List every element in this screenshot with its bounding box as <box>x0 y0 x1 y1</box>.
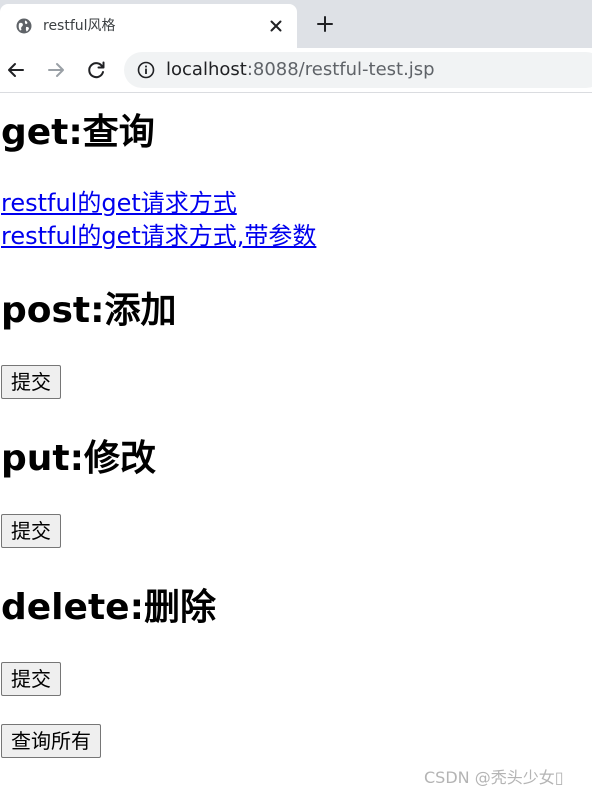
address-bar[interactable]: localhost:8088/restful-test.jsp <box>124 52 592 88</box>
forward-arrow-icon[interactable] <box>44 58 68 82</box>
query-all-button[interactable]: 查询所有 <box>1 724 101 758</box>
back-arrow-icon[interactable] <box>4 58 28 82</box>
url-host: localhost <box>166 59 247 80</box>
url-text[interactable]: localhost:8088/restful-test.jsp <box>166 60 435 80</box>
close-icon[interactable] <box>268 18 284 34</box>
browser-tab[interactable]: restful风格 <box>0 4 297 48</box>
csdn-watermark: CSDN @秃头少女▯ <box>424 768 564 787</box>
delete-submit-button[interactable]: 提交 <box>1 662 61 696</box>
reload-icon[interactable] <box>84 58 108 82</box>
put-submit-button[interactable]: 提交 <box>1 514 61 548</box>
plus-icon[interactable] <box>315 14 335 34</box>
browser-toolbar: localhost:8088/restful-test.jsp <box>0 48 592 93</box>
tab-title: restful风格 <box>43 18 116 34</box>
get-request-link[interactable]: restful的get请求方式 <box>1 188 237 218</box>
get-heading: get:查询 <box>1 112 155 153</box>
delete-heading: delete:删除 <box>1 587 216 628</box>
post-heading: post:添加 <box>1 290 177 331</box>
put-heading: put:修改 <box>1 438 157 479</box>
post-submit-button[interactable]: 提交 <box>1 365 61 399</box>
globe-icon <box>16 18 32 34</box>
info-icon[interactable] <box>137 61 155 79</box>
url-path: :8088/restful-test.jsp <box>246 59 435 80</box>
tab-strip: restful风格 <box>0 0 592 48</box>
get-request-with-params-link[interactable]: restful的get请求方式,带参数 <box>1 221 316 251</box>
